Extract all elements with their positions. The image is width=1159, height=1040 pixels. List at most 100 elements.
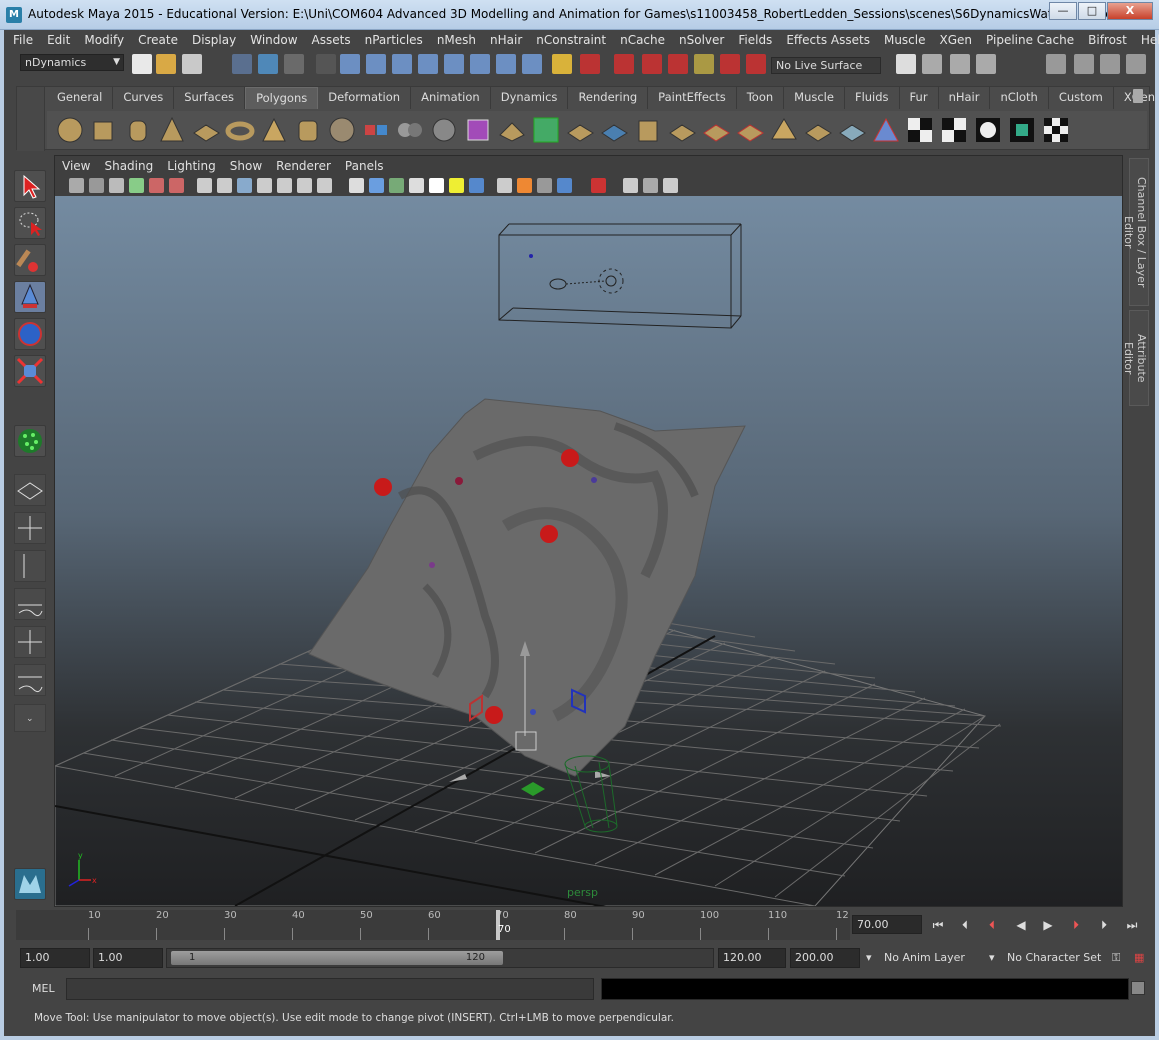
menu-xgen[interactable]: XGen [933,32,980,50]
textured-icon[interactable] [409,178,424,193]
command-line-input[interactable] [66,978,594,1000]
menu-bifrost[interactable]: Bifrost [1081,32,1134,50]
attribute-editor-tab[interactable]: Attribute Editor [1122,310,1149,406]
rotate-tool-icon[interactable] [14,318,46,350]
shelf-tab-muscle[interactable]: Muscle [784,87,845,109]
planar-mapping-icon[interactable] [905,115,935,145]
panel-menu-lighting[interactable]: Lighting [160,156,223,176]
poly-cube-icon[interactable] [89,115,119,145]
smooth-icon[interactable] [429,115,459,145]
smooth-shade-all-icon[interactable] [369,178,384,193]
close-button[interactable]: X [1107,2,1153,20]
playback-start-field[interactable]: 1.00 [93,948,163,968]
show-hide-attribute-editor-icon[interactable] [1074,54,1094,74]
shadows-icon[interactable] [449,178,464,193]
cylindrical-mapping-icon[interactable] [939,115,969,145]
key-icon[interactable]: ⚿ [1108,948,1128,968]
snap-to-points-icon[interactable] [392,54,412,74]
xray-icon[interactable] [591,178,606,193]
screen-space-ao-icon[interactable] [469,178,484,193]
snap-to-view-planes-icon[interactable] [418,54,438,74]
extrude-icon[interactable] [497,115,527,145]
grid-icon[interactable] [197,178,212,193]
select-by-hierarchy-icon[interactable] [232,54,252,74]
wedge-face-icon[interactable] [769,115,799,145]
animation-preferences-icon[interactable]: ▦ [1130,948,1146,968]
show-hide-toolbox-icon[interactable] [1046,54,1066,74]
show-hide-channel-box-icon[interactable] [1126,54,1146,74]
select-by-component-icon[interactable] [284,54,304,74]
step-forward-frame-icon[interactable]: ⏵ [1094,916,1114,934]
shelf-tab-surfaces[interactable]: Surfaces [174,87,246,109]
menu-assets[interactable]: Assets [305,32,358,50]
select-camera-icon[interactable] [69,178,84,193]
duplicate-face-icon[interactable] [803,115,833,145]
shelf-tab-fur[interactable]: Fur [900,87,939,109]
bridge-icon[interactable] [531,115,561,145]
show-hide-tool-settings-icon[interactable] [1100,54,1120,74]
panel-menu-panels[interactable]: Panels [338,156,391,176]
shelf-tab-general[interactable]: General [47,87,114,109]
combine-icon[interactable] [361,115,391,145]
shelf-tab-dynamics[interactable]: Dynamics [491,87,569,109]
bevel-icon[interactable] [701,115,731,145]
playback-end-field[interactable]: 120.00 [718,948,786,968]
menu-fields[interactable]: Fields [731,32,779,50]
shelf-tab-ncloth[interactable]: nCloth [990,87,1049,109]
poly-pipe-icon[interactable] [293,115,323,145]
menu-nhair[interactable]: nHair [483,32,529,50]
select-by-object-type-icon[interactable] [258,54,278,74]
current-frame-field[interactable]: 70.00 [852,915,922,934]
shelf-tab-custom[interactable]: Custom [1049,87,1114,109]
menu-pipeline-cache[interactable]: Pipeline Cache [979,32,1081,50]
hypershade-persp-layout-icon[interactable] [14,626,46,658]
selection-mask-icon[interactable] [316,54,336,74]
new-scene-icon[interactable] [132,54,152,74]
four-view-layout-icon[interactable] [14,512,46,544]
camera-attributes-icon[interactable] [89,178,104,193]
open-scene-icon[interactable] [156,54,176,74]
time-slider[interactable]: 10 20 30 40 50 60 70 80 90 100 110 12 70 [16,910,850,940]
menu-nparticles[interactable]: nParticles [358,32,430,50]
automatic-mapping-icon[interactable] [1007,115,1037,145]
play-forwards-icon[interactable]: ▶ [1038,916,1058,934]
move-tool-icon[interactable] [14,281,46,313]
safe-action-icon[interactable] [297,178,312,193]
magnet-snap-icon[interactable] [614,54,634,74]
magnet-surface-icon[interactable] [694,54,714,74]
poke-face-icon[interactable] [735,115,765,145]
paint-selection-tool-icon[interactable] [14,244,46,276]
two-d-pan-zoom-icon[interactable] [149,178,164,193]
sculpt-geometry-icon[interactable] [871,115,901,145]
shelf-tab-animation[interactable]: Animation [411,87,491,109]
snap-to-curves-icon[interactable] [366,54,386,74]
persp-graph-outliner-layout-icon[interactable] [14,664,46,696]
menu-nmesh[interactable]: nMesh [430,32,483,50]
shelf-tab-toon[interactable]: Toon [737,87,785,109]
resolution-gate-icon[interactable] [237,178,252,193]
animation-end-field[interactable]: 200.00 [790,948,860,968]
menu-nsolver[interactable]: nSolver [672,32,731,50]
save-scene-icon[interactable] [182,54,202,74]
3d-viewport[interactable]: y x persp [55,196,1122,906]
spherical-mapping-icon[interactable] [973,115,1003,145]
anti-aliasing-icon[interactable] [517,178,532,193]
poly-prism-icon[interactable] [259,115,289,145]
step-back-key-icon[interactable]: ⏴ [982,916,1002,934]
single-perspective-view-layout-icon[interactable] [14,474,46,506]
make-live-icon[interactable] [444,54,464,74]
depth-of-field-icon[interactable] [537,178,552,193]
render-current-frame-icon[interactable] [896,54,916,74]
xray-active-components-icon[interactable] [643,178,658,193]
lasso-tool-icon[interactable] [14,207,46,239]
character-set-chevron-icon[interactable]: ▾ [985,948,999,968]
maya-app-icon[interactable]: M [6,7,22,23]
persp-outliner-layout-icon[interactable] [14,550,46,582]
scale-tool-icon[interactable] [14,355,46,387]
menu-effects-assets[interactable]: Effects Assets [779,32,877,50]
poly-cone-icon[interactable] [157,115,187,145]
last-used-tool-icon[interactable] [14,425,46,457]
script-editor-icon[interactable] [1131,981,1145,995]
range-slider-handle[interactable]: 1 120 [171,951,503,965]
magnet-view-icon[interactable] [720,54,740,74]
